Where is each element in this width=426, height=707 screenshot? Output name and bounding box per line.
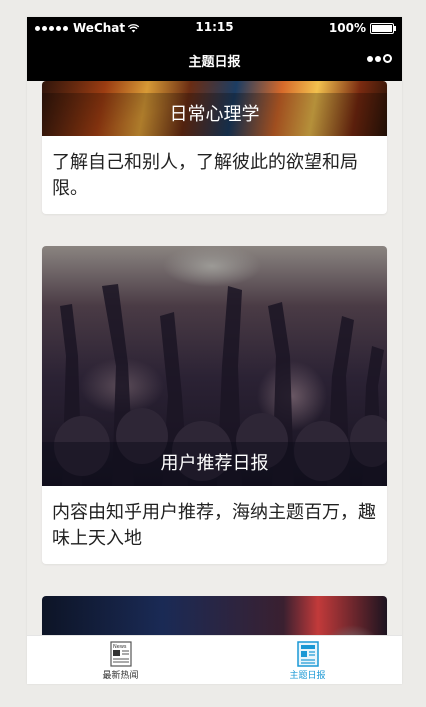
theme-description: 内容由知乎用户推荐，海纳主题百万，趣味上天入地 (52, 502, 376, 549)
battery-group: 100% (328, 21, 396, 35)
theme-cover-image (42, 596, 387, 636)
theme-title: 用户推荐日报 (42, 442, 387, 486)
battery-percent: 100% (328, 21, 366, 35)
daily-icon (296, 641, 319, 667)
tab-label: 最新热闻 (102, 671, 139, 681)
theme-card[interactable]: 用户推荐日报 内容由知乎用户推荐，海纳主题百万，趣味上天入地 (42, 246, 387, 564)
phone-frame: WeChat 11:15 100% 主题日报 日常心理学 了解自己和别人，了解彼… (27, 17, 402, 684)
tab-latest-news[interactable]: News 最新热闻 (27, 636, 214, 684)
theme-card[interactable]: 日常心理学 了解自己和别人，了解彼此的欲望和局限。 (42, 81, 387, 214)
nav-bar: 主题日报 (27, 39, 402, 81)
status-bar: WeChat 11:15 100% (27, 17, 402, 39)
theme-list[interactable]: 日常心理学 了解自己和别人，了解彼此的欲望和局限。 用户推荐日报 内容由知乎用户… (27, 81, 402, 636)
battery-icon (370, 22, 396, 34)
tab-label: 主题日报 (289, 671, 326, 681)
theme-card[interactable] (42, 596, 387, 636)
theme-description: 了解自己和别人，了解彼此的欲望和局限。 (52, 152, 358, 199)
more-menu-icon[interactable] (367, 54, 392, 63)
theme-title: 日常心理学 (42, 93, 387, 136)
news-icon: News (109, 641, 132, 667)
theme-cover-image: 日常心理学 (42, 81, 387, 136)
tab-theme-daily[interactable]: 主题日报 (214, 636, 401, 684)
tab-bar: News 最新热闻 主题日报 (27, 635, 402, 684)
svg-text:News: News (113, 644, 127, 650)
page-title: 主题日报 (188, 55, 241, 70)
theme-cover-image: 用户推荐日报 (42, 246, 387, 486)
